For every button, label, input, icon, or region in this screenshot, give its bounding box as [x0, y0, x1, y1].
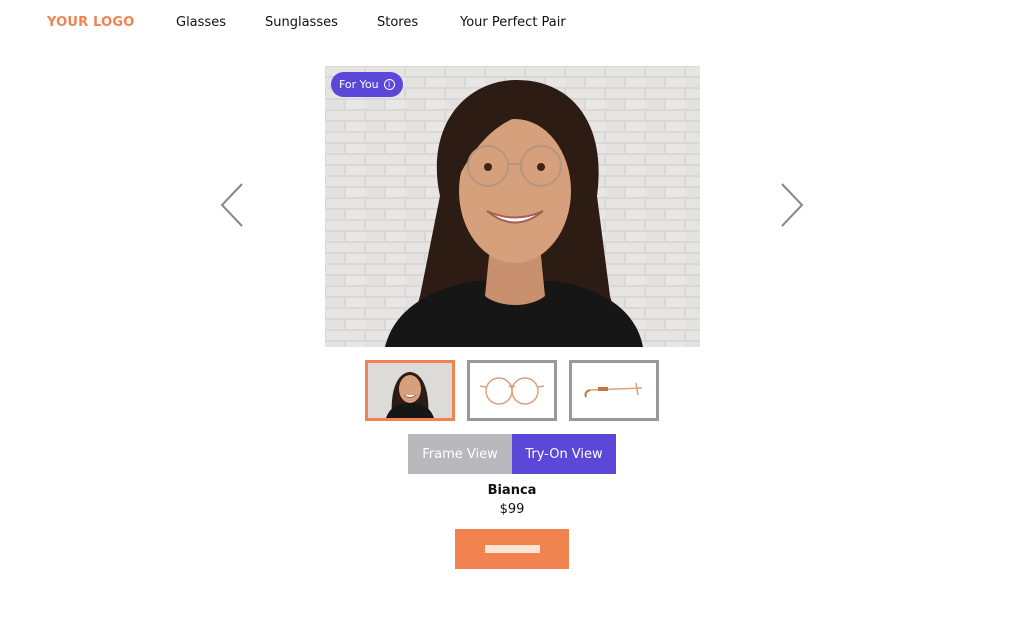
product-name: Bianca [487, 483, 537, 498]
thumbnail-frame-side[interactable] [569, 360, 659, 421]
info-icon[interactable]: i [383, 79, 395, 90]
thumbnail-try-on-photo[interactable] [365, 360, 455, 421]
top-navigation: YOUR LOGO Glasses Sunglasses Stores Your… [0, 0, 1024, 46]
frame-view-button[interactable]: Frame View [408, 434, 512, 474]
chevron-right-icon [781, 183, 804, 227]
view-toggle: Frame View Try-On View [408, 434, 616, 474]
nav-item-glasses[interactable]: Glasses [176, 15, 226, 30]
logo[interactable]: YOUR LOGO [47, 15, 135, 30]
badge-label: For You [339, 78, 379, 91]
face-thumbnail-image [368, 363, 452, 418]
for-you-badge[interactable]: For You i [331, 72, 403, 97]
carousel-prev-button[interactable] [218, 182, 248, 228]
glasses-side-icon [584, 382, 643, 398]
nav-item-stores[interactable]: Stores [377, 15, 418, 30]
chevron-left-icon [220, 183, 243, 227]
button-label-placeholder [485, 545, 540, 553]
nav-item-your-perfect-pair[interactable]: Your Perfect Pair [460, 15, 566, 30]
carousel-next-button[interactable] [778, 182, 808, 228]
thumbnail-frame-front[interactable] [467, 360, 557, 421]
nav-item-sunglasses[interactable]: Sunglasses [265, 15, 338, 30]
try-on-view-button[interactable]: Try-On View [512, 434, 616, 474]
try-on-hero-image [325, 66, 700, 347]
product-price: $99 [499, 502, 525, 517]
add-to-cart-button[interactable] [455, 529, 569, 569]
glasses-front-icon [479, 377, 545, 405]
